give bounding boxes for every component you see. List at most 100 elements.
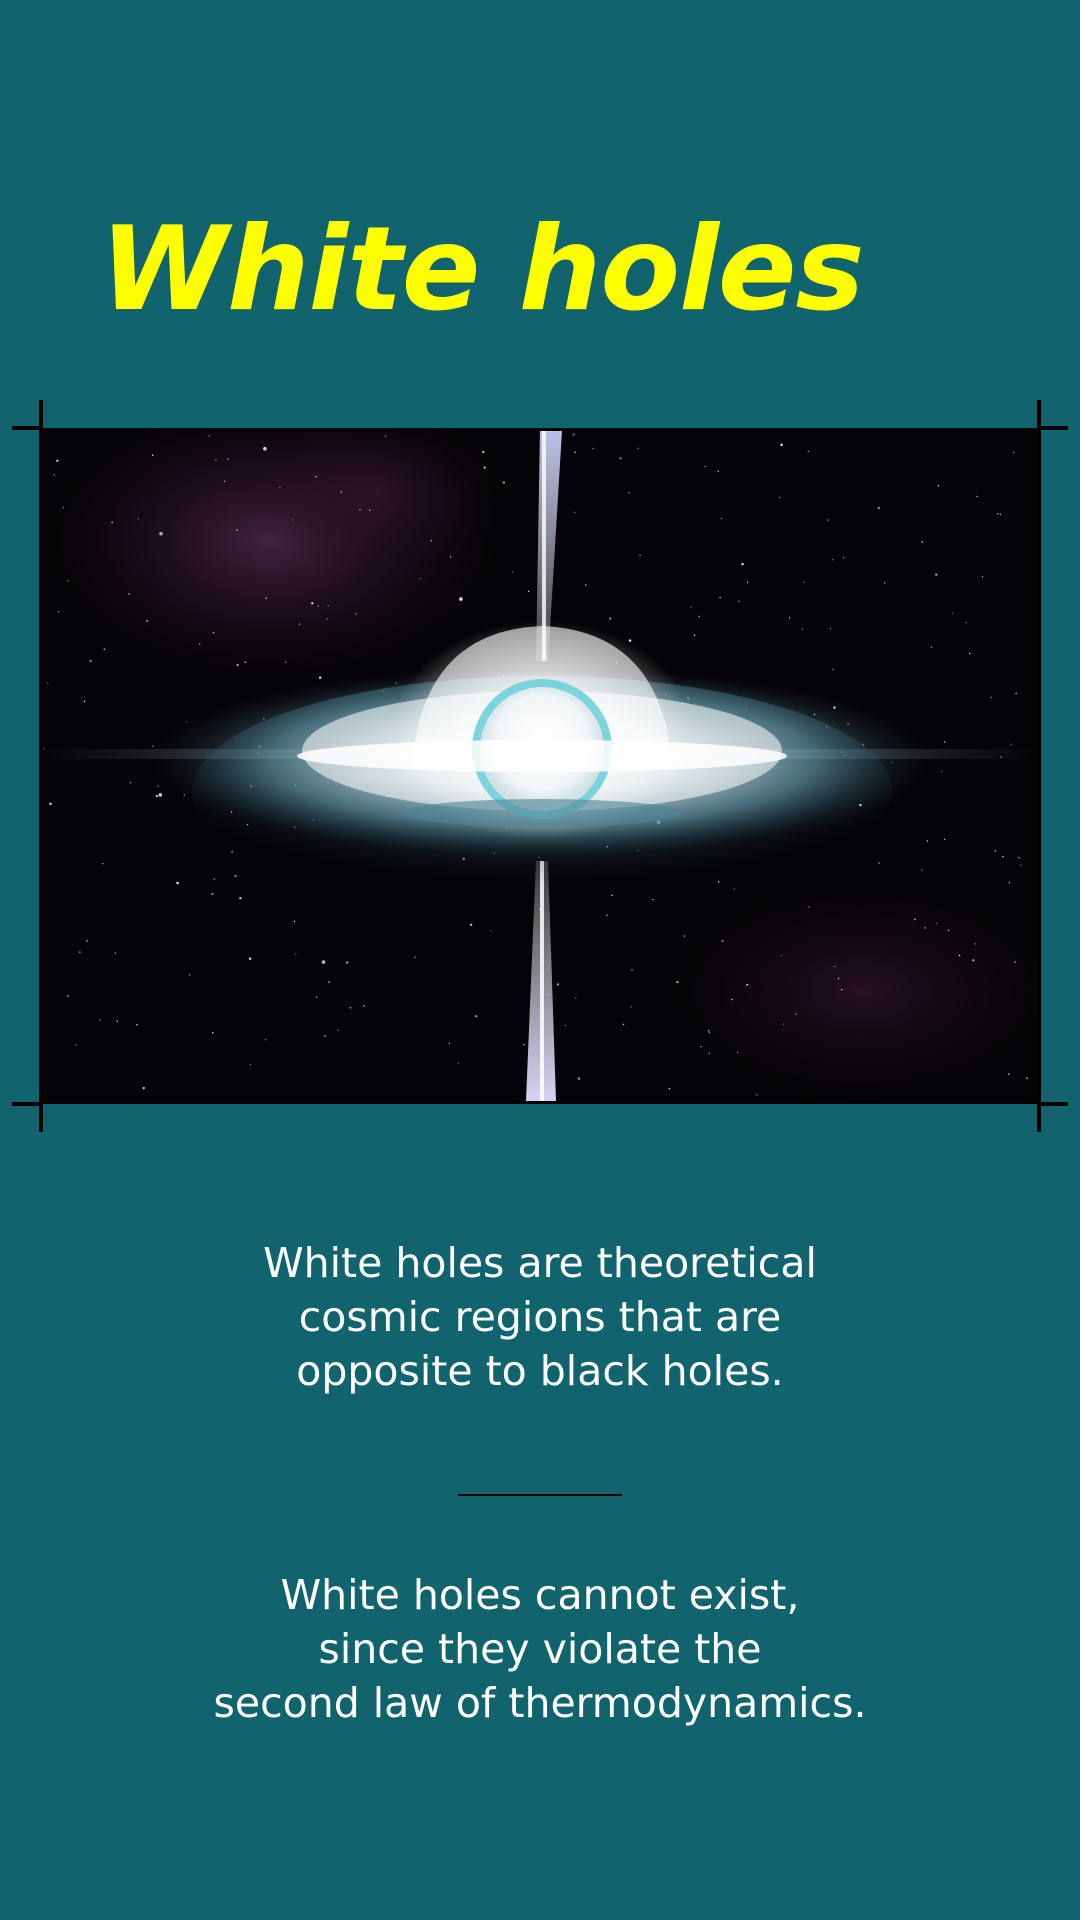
star [384, 435, 387, 437]
star [327, 605, 329, 607]
star [1008, 1073, 1010, 1075]
star [807, 450, 809, 453]
star [79, 951, 81, 953]
star [936, 922, 938, 924]
star [737, 1051, 739, 1054]
star [213, 878, 215, 880]
frame-corner-mark [1037, 400, 1041, 430]
section-divider [458, 1494, 622, 1496]
star [668, 1087, 670, 1090]
star [227, 458, 229, 460]
frame-corner-mark [12, 1102, 42, 1106]
star [801, 628, 804, 630]
star [142, 1086, 145, 1090]
star [430, 540, 432, 542]
star [756, 1094, 758, 1096]
star [86, 940, 88, 942]
star [733, 888, 735, 890]
star [528, 590, 530, 593]
frame-corner-mark [1038, 1102, 1068, 1106]
star [630, 1006, 632, 1008]
star [326, 618, 328, 620]
star [837, 977, 840, 980]
page-title: White holes [100, 202, 865, 337]
star [490, 930, 492, 932]
star [741, 563, 744, 566]
star [1014, 961, 1016, 963]
star [951, 612, 954, 614]
star [151, 454, 154, 456]
white-hole-illustration [42, 431, 1038, 1101]
star [877, 506, 880, 510]
star [990, 696, 992, 699]
star [215, 459, 217, 461]
star [639, 554, 641, 556]
star [469, 923, 473, 926]
star [781, 954, 783, 957]
star [279, 486, 281, 489]
star [921, 541, 923, 543]
star [317, 605, 319, 607]
star [788, 617, 791, 619]
star [47, 682, 49, 685]
star [457, 1062, 460, 1065]
star [414, 956, 416, 958]
frame-corner-mark [12, 426, 42, 430]
star [53, 474, 55, 476]
star [981, 575, 984, 578]
star [622, 1023, 625, 1025]
star [293, 920, 296, 923]
star [315, 996, 318, 998]
star [746, 581, 749, 584]
star [56, 459, 59, 462]
star [994, 850, 996, 852]
star [707, 1030, 710, 1032]
star [834, 965, 836, 968]
star [482, 450, 485, 454]
star [1008, 882, 1011, 884]
star [244, 661, 246, 663]
white-hole-image [39, 428, 1041, 1104]
star [158, 793, 163, 797]
star [1013, 451, 1015, 454]
star [62, 507, 64, 509]
star [355, 613, 357, 615]
star [585, 584, 587, 586]
star [359, 508, 361, 511]
star [921, 869, 923, 871]
star [878, 862, 880, 864]
star [606, 914, 608, 916]
star [369, 509, 371, 511]
frame-corner-mark [39, 1102, 43, 1132]
star [523, 1044, 525, 1046]
star [926, 840, 929, 842]
star [721, 939, 724, 943]
star [298, 623, 301, 625]
star [556, 983, 560, 986]
star [448, 1042, 451, 1045]
star [592, 447, 594, 450]
star [778, 496, 781, 499]
star [337, 1029, 339, 1032]
star [1020, 864, 1022, 866]
star [935, 573, 938, 576]
star [223, 480, 226, 482]
frame-corner-mark [1037, 1102, 1041, 1132]
star [159, 531, 163, 536]
star [292, 519, 294, 521]
frame-corner-mark [1038, 426, 1068, 430]
star [363, 1005, 365, 1007]
star [974, 943, 976, 945]
star [239, 897, 242, 900]
star [475, 1015, 478, 1018]
star [324, 1035, 326, 1037]
star [619, 457, 622, 460]
star [146, 619, 149, 623]
star [564, 1024, 567, 1027]
star [827, 519, 829, 521]
star [236, 663, 239, 667]
star [780, 443, 783, 446]
star [829, 628, 832, 630]
star [328, 981, 330, 983]
star [114, 952, 117, 954]
